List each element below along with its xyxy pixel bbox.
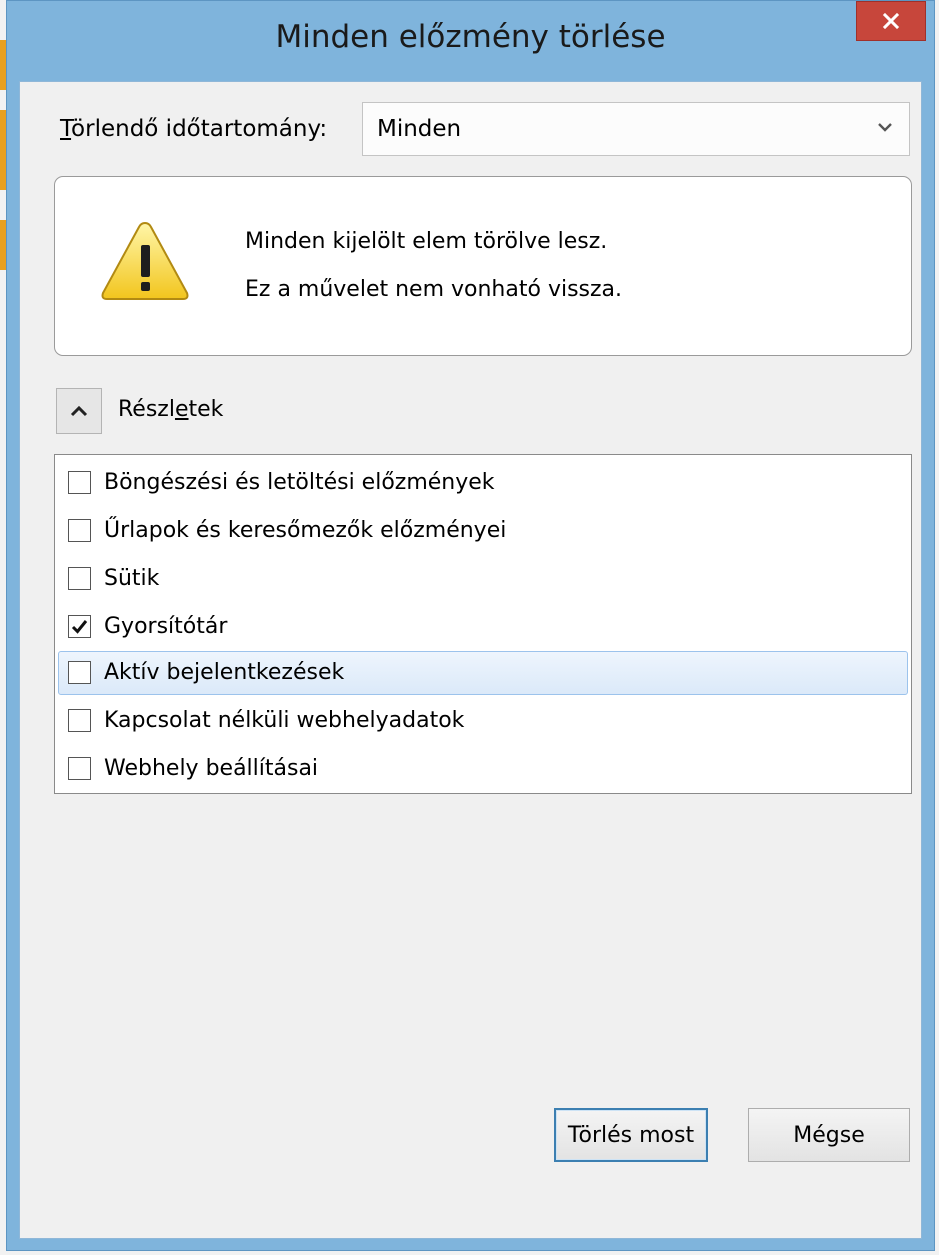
warning-message-line1: Minden kijelölt elem törölve lesz. <box>245 229 608 254</box>
checkmark-icon <box>71 620 88 634</box>
item-label: Aktív bejelentkezések <box>104 660 345 685</box>
title-bar[interactable]: Minden előzmény törlése <box>7 1 934 89</box>
warning-panel: Minden kijelölt elem törölve lesz. Ez a … <box>54 176 912 356</box>
chevron-up-icon <box>70 405 88 417</box>
dialog-title: Minden előzmény törlése <box>275 19 666 55</box>
time-range-label: Törlendő időtartomány: <box>60 116 327 142</box>
checkbox[interactable] <box>68 661 91 684</box>
checkbox[interactable] <box>68 709 91 732</box>
checkbox[interactable] <box>68 519 91 542</box>
list-item-cookies[interactable]: Sütik <box>58 557 908 601</box>
checkbox[interactable] <box>68 471 91 494</box>
item-label: Sütik <box>104 566 160 591</box>
list-item-cache[interactable]: Gyorsítótár <box>58 605 908 649</box>
checkbox[interactable] <box>68 757 91 780</box>
time-range-selected-value: Minden <box>377 116 462 142</box>
history-items-list: Böngészési és letöltési előzmények Űrlap… <box>54 454 912 794</box>
item-label: Kapcsolat nélküli webhelyadatok <box>104 708 465 733</box>
warning-message-line2: Ez a művelet nem vonható vissza. <box>245 277 623 302</box>
time-range-label-text: örlendő időtartomány: <box>71 116 328 142</box>
details-toggle-button[interactable] <box>56 388 102 434</box>
dialog-content: Törlendő időtartomány: Minden Minden kij… <box>19 81 922 1239</box>
checkbox[interactable] <box>68 567 91 590</box>
details-label-part3: tek <box>188 397 224 422</box>
item-label: Webhely beállításai <box>104 756 319 781</box>
item-label: Gyorsítótár <box>104 614 228 639</box>
list-item-active-logins[interactable]: Aktív bejelentkezések <box>58 651 908 695</box>
details-label-accesskey: e <box>174 397 189 422</box>
details-label-part1: Részl <box>118 397 175 422</box>
list-item-form-search-history[interactable]: Űrlapok és keresőmezők előzményei <box>58 509 908 553</box>
clear-now-button[interactable]: Törlés most <box>554 1108 708 1162</box>
time-range-select[interactable]: Minden <box>362 102 910 156</box>
item-label: Böngészési és letöltési előzmények <box>104 470 495 495</box>
list-item-offline-website-data[interactable]: Kapcsolat nélküli webhelyadatok <box>58 699 908 743</box>
item-label: Űrlapok és keresőmezők előzményei <box>104 518 507 543</box>
details-label[interactable]: Részletek <box>118 397 223 422</box>
warning-icon <box>101 221 189 300</box>
close-icon <box>882 12 900 30</box>
chevron-down-icon <box>878 123 892 132</box>
close-button[interactable] <box>856 1 926 41</box>
cancel-button[interactable]: Mégse <box>748 1108 910 1162</box>
clear-history-dialog: Minden előzmény törlése Törlendő időtart… <box>6 0 935 1251</box>
checkbox-checked[interactable] <box>68 615 91 638</box>
list-item-site-preferences[interactable]: Webhely beállításai <box>58 747 908 791</box>
time-range-label-accesskey: T <box>60 116 72 142</box>
list-item-browsing-download-history[interactable]: Böngészési és letöltési előzmények <box>58 461 908 505</box>
